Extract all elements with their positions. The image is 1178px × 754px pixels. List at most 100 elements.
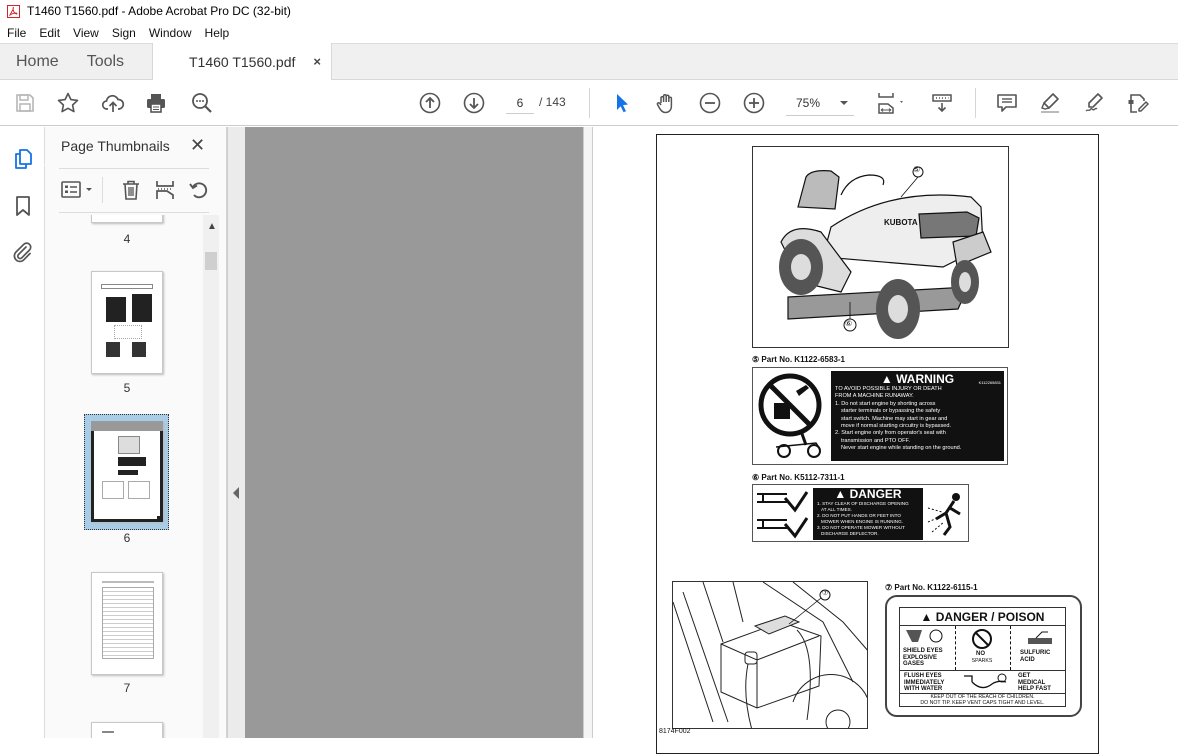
danger-poison-inner: ▲ DANGER / POISON SHIELD EYES EXPLOSIVE … (899, 607, 1066, 707)
zoom-level-value: 75% (796, 96, 821, 110)
thumbnail-page-4[interactable] (91, 215, 163, 223)
page-thumbnails-icon[interactable] (10, 146, 36, 172)
toolbar-divider (975, 88, 976, 118)
sign-icon[interactable] (1081, 90, 1107, 116)
page-total: / 143 (539, 95, 566, 109)
left-navigation-rail (0, 127, 50, 738)
save-icon[interactable] (12, 90, 38, 116)
danger-body: 1. STAY CLEAR OF DISCHARGE OPENING AT AL… (817, 501, 909, 536)
previous-page-icon[interactable] (417, 90, 443, 116)
poison-footer: KEEP OUT OF THE REACH OF CHILDREN. DO NO… (920, 694, 1045, 706)
highlight-icon[interactable] (1037, 90, 1063, 116)
callout-7: ⑦ (822, 590, 829, 597)
tab-bar: Home Tools T1460 T1560.pdf × (0, 43, 1178, 81)
scroll-up-icon[interactable]: ▲ (207, 221, 217, 232)
document-tab-label: T1460 T1560.pdf (189, 54, 296, 70)
shield-eyes-text: SHIELD EYES EXPLOSIVE GASES (903, 648, 943, 668)
tab-home[interactable]: Home (0, 44, 75, 79)
next-page-icon[interactable] (461, 90, 487, 116)
thumbnail-page-8[interactable] (91, 722, 163, 738)
part-marker: ⑤ (752, 355, 760, 364)
thumbnail-page-7[interactable] (91, 572, 163, 675)
collapse-panel-icon[interactable] (233, 487, 239, 499)
tractor-brand: KUBOTA (884, 218, 918, 227)
acrobat-icon (6, 4, 20, 18)
menu-help[interactable]: Help (205, 26, 230, 40)
flush-eyes-text: FLUSH EYES IMMEDIATELY WITH WATER (904, 673, 945, 693)
panel-title: Page Thumbnails (61, 138, 170, 154)
insert-page-icon[interactable] (152, 177, 178, 203)
menu-bar: File Edit View Sign Window Help (0, 22, 1178, 43)
danger-label: ▲ DANGER 1. STAY CLEAR OF DISCHARGE OPEN… (752, 484, 969, 542)
part-caption-6: ⑥ Part No. K5112-7311-1 (752, 473, 845, 482)
danger-text-block: ▲ DANGER 1. STAY CLEAR OF DISCHARGE OPEN… (813, 488, 923, 540)
get-medical-help-text: GET MEDICAL HELP FAST (1018, 673, 1051, 693)
thumbnail-label: 4 (123, 232, 131, 246)
label-code: K112265831 (978, 380, 1001, 385)
danger-heading: ▲ DANGER (834, 488, 902, 501)
bookmark-icon[interactable] (10, 193, 36, 219)
thumbnail-options-icon[interactable] (60, 177, 96, 203)
search-zoom-icon[interactable] (189, 90, 215, 116)
tractor-illustration: KUBOTA ⑤ ⑥ (752, 146, 1009, 348)
page-number-input[interactable]: 6 (506, 94, 534, 114)
menu-view[interactable]: View (73, 26, 99, 40)
main-toolbar: 6 / 143 75% (0, 80, 1178, 126)
thumbnail-label: 5 (123, 381, 131, 395)
edit-pdf-icon[interactable] (1125, 90, 1151, 116)
warning-text-block: ▲ WARNING K112265831 TO AVOID POSSIBLE I… (831, 371, 1004, 461)
divider (59, 168, 209, 169)
sulfuric-acid-text: SULFURIC ACID (1020, 650, 1051, 663)
poison-heading: ▲ DANGER / POISON (920, 610, 1045, 624)
divider (102, 177, 103, 203)
menu-file[interactable]: File (7, 26, 26, 40)
page-gutter (583, 127, 593, 738)
callout-6: ⑥ (845, 319, 853, 328)
star-icon[interactable] (55, 90, 81, 116)
figure-code: 8174F002 (659, 728, 691, 735)
scrollbar-thumb[interactable] (205, 252, 217, 270)
rotate-page-icon[interactable] (186, 177, 212, 203)
warning-label: ▲ WARNING K112265831 TO AVOID POSSIBLE I… (752, 367, 1008, 465)
tab-document[interactable]: T1460 T1560.pdf × (152, 43, 332, 81)
delete-page-icon[interactable] (118, 177, 144, 203)
print-icon[interactable] (143, 90, 169, 116)
part-marker: ⑦ (885, 583, 893, 592)
part-caption-5: ⑤ Part No. K1122-6583-1 (752, 355, 845, 364)
no-items: SPARKS (971, 658, 993, 664)
zoom-out-icon[interactable] (697, 90, 723, 116)
menu-edit[interactable]: Edit (39, 26, 60, 40)
attachment-icon[interactable] (10, 240, 36, 266)
close-panel-icon[interactable]: ✕ (190, 135, 205, 156)
tab-tools[interactable]: Tools (75, 44, 140, 79)
thumbnail-label: 6 (123, 531, 131, 545)
scroll-mode-icon[interactable] (929, 90, 955, 116)
close-tab-icon[interactable]: × (313, 54, 321, 69)
thumbnail-scrollbar[interactable]: ▲ (203, 215, 219, 738)
part-number: Part No. K1122-6583-1 (761, 355, 846, 364)
divider (59, 212, 209, 213)
fit-page-icon[interactable] (873, 90, 909, 116)
document-page: KUBOTA ⑤ ⑥ ⑤ Part No. K1122-6583-1 ▲ WAR… (593, 127, 1178, 754)
part-caption-7: ⑦ Part No. K1122-6115-1 (885, 583, 978, 592)
menu-window[interactable]: Window (149, 26, 192, 40)
page-thumbnails-panel: Page Thumbnails ✕ 4 5 6 7 ▲ (45, 127, 227, 738)
cloud-upload-icon[interactable] (100, 90, 126, 116)
danger-poison-label: ▲ DANGER / POISON SHIELD EYES EXPLOSIVE … (885, 595, 1082, 717)
part-number: Part No. K5112-7311-1 (761, 473, 845, 482)
zoom-level-select[interactable]: 75% (786, 94, 854, 116)
menu-sign[interactable]: Sign (112, 26, 136, 40)
panel-splitter[interactable] (227, 127, 245, 738)
hand-icon[interactable] (653, 90, 679, 116)
part-number: Part No. K1122-6115-1 (894, 583, 978, 592)
comment-icon[interactable] (994, 90, 1020, 116)
part-marker: ⑥ (752, 473, 760, 482)
thumbnail-page-6[interactable] (91, 421, 163, 522)
document-background (245, 127, 583, 738)
battery-illustration: ⑦ (672, 581, 868, 729)
thumbnail-page-5[interactable] (91, 271, 163, 374)
zoom-in-icon[interactable] (741, 90, 767, 116)
callout-5: ⑤ (913, 165, 921, 174)
select-cursor-icon[interactable] (609, 90, 635, 116)
toolbar-divider (589, 88, 590, 118)
